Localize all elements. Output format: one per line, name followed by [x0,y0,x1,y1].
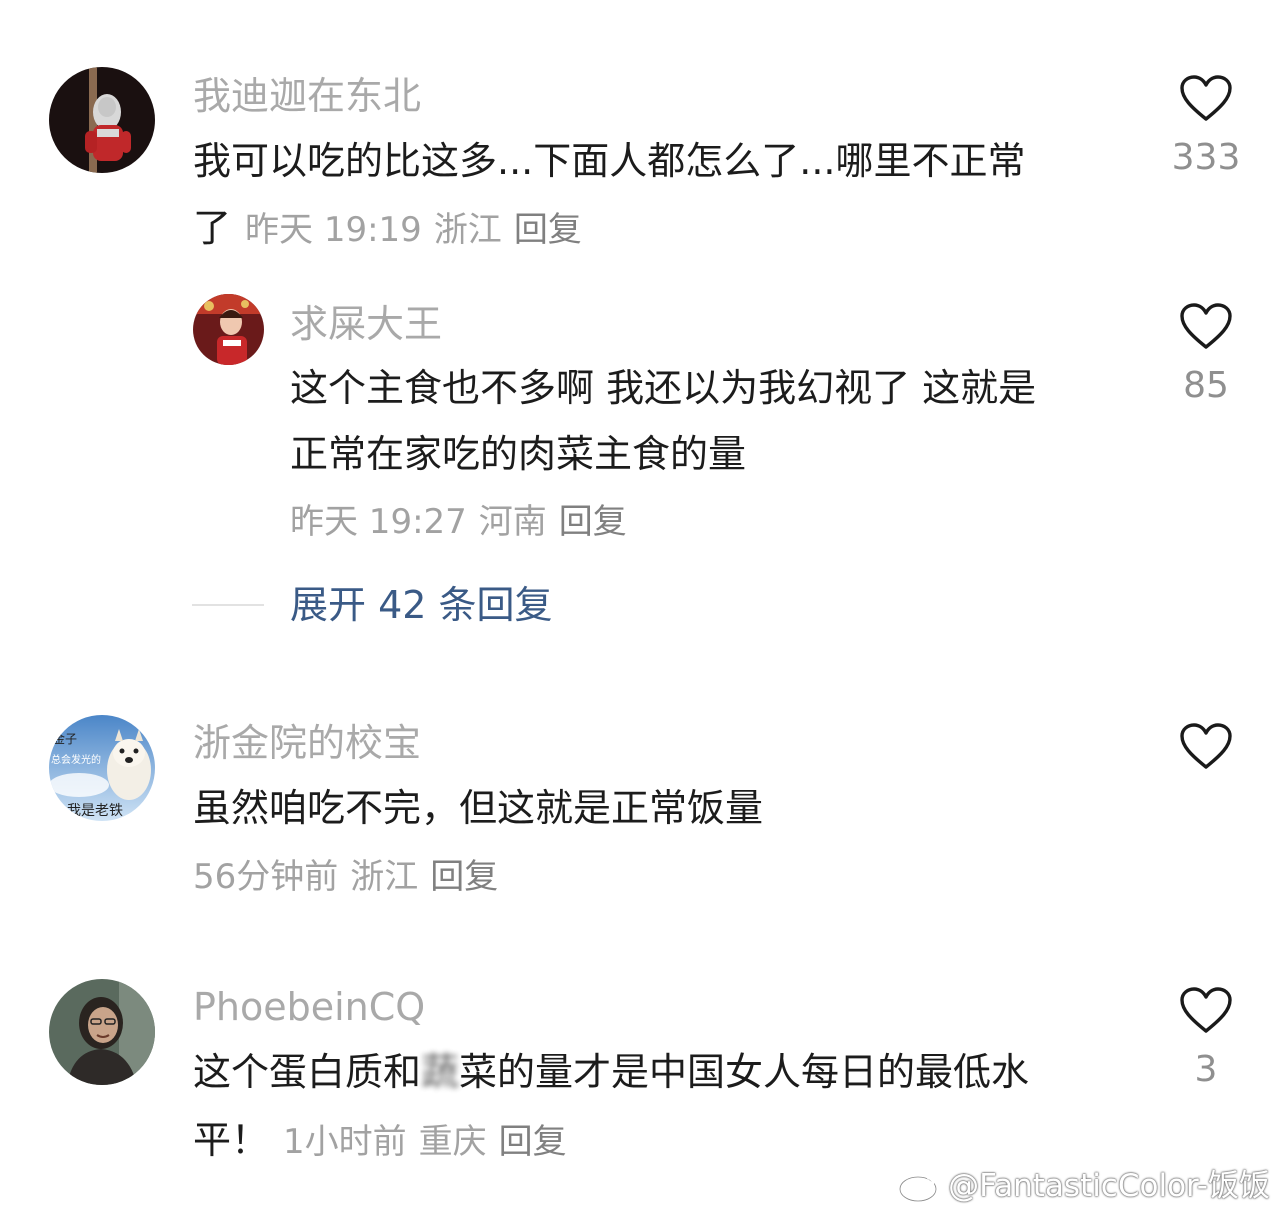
reply-1-body-line-1: 这个主食也不多啊 我还以为我幻视了 这就是 [290,366,1037,410]
reply-1-username[interactable]: 求屎大王 [290,305,442,343]
comment-1-body-line-2-row: 了昨天 19:19 浙江 回复 [193,209,594,247]
heart-icon [1180,303,1232,349]
avatar-caption-3: 我是老铁 [67,803,123,819]
avatar-woman[interactable] [49,979,155,1085]
expand-replies-button[interactable]: 展开 42 条回复 [290,586,553,624]
comment-4-body-blurred: 蔬 [421,1050,460,1094]
reply-1-reply-button[interactable]: 回复 [559,502,627,542]
comment-3-body: 虽然咱吃不完，但这就是正常饭量 [193,786,764,830]
comment-3-reply-button[interactable]: 回复 [430,857,498,897]
comment-1-meta: 昨天 19:19 浙江 回复 [245,210,594,250]
comment-1-username[interactable]: 我迪迦在东北 [193,77,421,115]
comment-3-meta: 56分钟前 浙江 回复 [193,860,510,894]
comment-3-like-button[interactable] [1151,722,1261,770]
comment-1-body-line-1: 我可以吃的比这多...下面人都怎么了...哪里不正常 [193,139,1026,183]
heart-icon [1180,987,1232,1033]
comment-4-location: 重庆 [418,1122,487,1162]
weibo-icon [898,1171,940,1203]
comment-4-username[interactable]: PhoebeinCQ [193,988,425,1026]
avatar-caption-2: 总会发光的 [51,753,101,766]
comment-1-body-line-2: 了 [193,206,232,250]
heart-icon [1180,723,1232,769]
reply-1-body-line-2: 正常在家吃的肉菜主食的量 [290,432,747,476]
comment-1-like-count: 333 [1171,137,1241,178]
comment-4-body-line-1: 这个蛋白质和蔬菜的量才是中国女人每日的最低水 [193,1053,1029,1091]
expand-divider [192,604,264,606]
comment-4-body-line-2-row: 平！ 1小时前 重庆 回复 [193,1121,579,1159]
avatar-caption-1: 金子 [53,731,77,746]
reply-1-like-count: 85 [1183,365,1229,406]
comment-3-username[interactable]: 浙金院的校宝 [193,724,421,762]
comment-1-location: 浙江 [433,210,502,250]
avatar-dog[interactable]: 金子 总会发光的 我是老铁 [49,715,155,821]
comment-4-like-button[interactable]: 3 [1151,986,1261,1088]
comment-4-body-post: 菜的量才是中国女人每日的最低水 [459,1050,1030,1094]
reply-1-meta: 昨天 19:27 河南 回复 [290,505,639,539]
comment-3-location: 浙江 [350,857,419,897]
avatar-ultraman[interactable] [49,67,155,173]
reply-1-time: 昨天 19:27 [290,502,467,542]
watermark: @FantasticColor-饭饭 [898,1169,1270,1203]
watermark-text: @FantasticColor-饭饭 [948,1167,1270,1204]
avatar-performer[interactable] [193,294,264,365]
comment-4-body-pre: 这个蛋白质和 [193,1050,422,1094]
reply-1-like-button[interactable]: 85 [1151,302,1261,404]
comment-4-reply-button[interactable]: 回复 [499,1122,567,1162]
comment-4-like-count: 3 [1194,1049,1218,1090]
expand-replies-row[interactable]: 展开 42 条回复 [192,583,553,627]
comment-1-reply-button[interactable]: 回复 [514,210,582,250]
comment-4-time: 1小时前 [283,1122,407,1162]
comment-4-body-line-2: 平！ [193,1118,270,1162]
comment-3-time: 56分钟前 [193,857,339,897]
comment-1-like-button[interactable]: 333 [1151,74,1261,176]
comment-4-meta: 1小时前 重庆 回复 [283,1122,579,1162]
heart-icon [1180,75,1232,121]
comment-1-time: 昨天 19:19 [245,210,422,250]
reply-1-location: 河南 [478,502,547,542]
